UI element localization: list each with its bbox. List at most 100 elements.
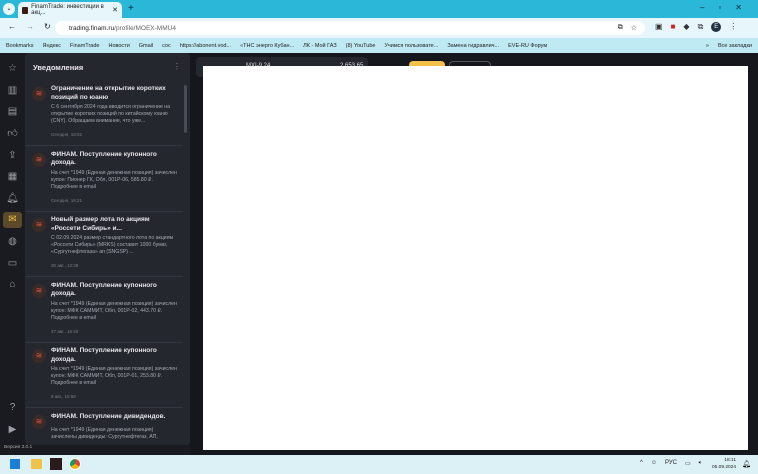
notification-body: С 02.09.2024 размер стандартного лота по… [51,235,174,255]
bookmarks-bar: Bookmarks Яндекс FinamTrade Новости Gmai… [0,38,758,53]
tray-chevron-icon[interactable]: ^ [640,460,643,467]
bookmark[interactable]: (8) YouTube [346,43,376,49]
window-controls: – ▫ ✕ [700,3,742,12]
finam-logo-icon: ≋ [32,349,46,363]
bookmark[interactable]: Яндекс [43,43,62,49]
bookmark[interactable]: coc [162,43,171,49]
notification-date: 9 авг., 15:58 [51,394,76,399]
extension-icon[interactable]: ◆ [683,22,689,32]
education-icon[interactable]: ⌂ [6,278,19,291]
star-icon[interactable]: ☆ [6,62,19,75]
notification-body: На счет *1949 (Единая денежная позиция) … [51,366,177,386]
bookmark[interactable]: Замена гидравлич... [447,43,499,49]
browser-tab[interactable]: FinamTrade: инвестиции в акц... ✕ [18,2,122,18]
bookmark-star-icon[interactable]: ☆ [631,24,637,32]
open-in-app-icon[interactable]: ⧉ [618,24,623,32]
chat-icon[interactable]: ▭ [6,257,19,270]
bookmark[interactable]: https://abonent.vod... [180,43,231,49]
reload-icon[interactable]: ↻ [44,22,51,31]
minimize-icon[interactable]: – [700,3,704,12]
notification-item[interactable]: ≋ ФИНАМ. Поступление купонного дохода. Н… [25,147,183,212]
notification-date: 27 авг., 16:40 [51,328,79,334]
blank-overlay [203,66,748,450]
notification-body: С 6 сентября 2024 года вводится ограниче… [51,104,171,124]
scrollbar[interactable] [184,85,187,133]
tab-bar: ⌄ FinamTrade: инвестиции в акц... ✕ + – ▫ ✕ [0,0,758,18]
bookmark[interactable]: Новости [108,43,129,49]
forward-icon[interactable]: → [26,22,34,31]
video-icon[interactable]: ▶ [6,423,19,436]
version-label: Версия 3.0.1 [4,445,33,450]
bell-icon[interactable]: 🔔︎ [6,192,19,205]
bookmark[interactable]: Gmail [139,43,153,49]
thumbs-up-icon[interactable]: 👍︎ [6,127,19,140]
extension-icon[interactable]: ■ [671,22,676,32]
help-icon[interactable]: ? [6,401,19,414]
notification-date: 30 авг., 13:39 [51,263,79,268]
finam-logo-icon: ≋ [32,283,46,298]
notification-item[interactable]: ≋ ФИНАМ. Поступление купонного дохода. Н… [25,343,183,408]
url-input[interactable]: trading.finam.ru/profile/MOEX-MMU4 ⧉ ☆ [55,21,645,35]
globe-icon[interactable]: ◍ [6,235,19,248]
notification-title: Новый размер лота по акциям «Россети Сиб… [51,216,150,232]
rocket-icon[interactable]: ⇪ [6,149,19,162]
chart-icon[interactable]: ▥ [6,84,19,97]
volume-icon[interactable]: 🔈︎ [699,460,703,467]
network-icon[interactable]: ▭ [685,460,691,467]
notification-title: ФИНАМ. Поступление купонного дохода. [51,347,157,363]
notification-title: ФИНАМ. Поступление купонного дохода. [51,281,157,298]
new-tab-button[interactable]: + [128,3,134,14]
taskbar: ^ ☺ РУС ▭ 🔈︎ 18:11 05.09.2024 🔔︎ [0,455,758,474]
mail-icon[interactable]: ✉ [3,212,22,228]
notification-body: На счет *1949 (Единая денежная позиция) … [51,426,158,440]
close-tab-icon[interactable]: ✕ [112,6,118,14]
menu-icon[interactable]: ⋮ [729,22,737,32]
bookmark[interactable]: Учимся пользовате... [384,43,438,49]
tab-title: FinamTrade: инвестиции в акц... [31,4,104,16]
notification-title: ФИНАМ. Поступление дивидендов. [51,412,166,420]
notifications-bell-icon[interactable]: 🔔︎ [742,460,751,468]
tray-icon[interactable]: ☺ [651,460,657,467]
notification-date: Сегодня, 16:21 [51,197,83,203]
start-icon[interactable] [10,459,20,469]
puzzle-icon[interactable]: ⧉ [698,22,704,32]
calendar-icon[interactable]: ▦ [6,170,19,183]
bookmark[interactable]: FinamTrade [70,43,99,49]
file-explorer-icon[interactable] [31,459,42,469]
notification-date: Сегодня, 18:02 [51,132,83,137]
clock[interactable]: 18:11 05.09.2024 [712,457,736,471]
briefcase-icon[interactable]: ▤ [6,105,19,118]
icon-rail: ☆ ▥ ▤ 👍︎ ⇪ ▦ 🔔︎ ✉ ◍ ▭ ⌂ ? ▶ [0,53,25,445]
finam-logo-icon: ≋ [32,414,46,429]
bookmark[interactable]: ЛК - Мой ГАЗ [303,43,337,49]
notification-item[interactable]: ≋ ФИНАМ. Поступление дивидендов. На счет… [25,409,183,446]
bookmark[interactable]: EVE-RU Форум [508,43,547,49]
notifications-panel: Уведомления ⋮ ≋ Ограничение на открытие … [25,53,190,445]
finam-logo-icon: ≋ [32,87,46,101]
finam-logo-icon: ≋ [32,152,46,167]
bookmark[interactable]: «ТНС энерго Кубан... [240,43,294,49]
close-window-icon[interactable]: ✕ [735,3,742,12]
notification-item[interactable]: ≋ Новый размер лота по акциям «Россети С… [25,212,183,277]
bookmark[interactable]: Bookmarks [6,43,34,49]
profile-avatar[interactable]: E [711,22,722,32]
more-bookmarks-icon[interactable]: » [706,43,709,49]
extension-icon[interactable]: ▣ [655,22,663,32]
notification-body: На счет *1949 (Единая денежная позиция) … [51,169,177,190]
notification-title: Ограничение на открытие коротких позиций… [51,85,166,101]
panel-title: Уведомления [33,63,84,72]
tab-search-button[interactable]: ⌄ [3,3,15,15]
extensions: ▣ ■ ◆ ⧉ E ⋮ [655,22,737,32]
finam-logo-icon: ≋ [32,218,46,232]
notification-item[interactable]: ≋ Ограничение на открытие коротких позиц… [25,81,183,146]
language-indicator[interactable]: РУС [665,460,677,467]
panel-menu-icon[interactable]: ⋮ [173,62,181,71]
finam-favicon [22,6,29,14]
finam-app-icon[interactable] [50,458,62,470]
back-icon[interactable]: ← [8,22,16,31]
all-bookmarks[interactable]: Все закладки [718,43,752,49]
maximize-icon[interactable]: ▫ [718,3,721,12]
notification-title: ФИНАМ. Поступление купонного дохода. [51,150,157,167]
notification-item[interactable]: ≋ ФИНАМ. Поступление купонного дохода. Н… [25,278,183,343]
chrome-icon[interactable] [69,458,81,470]
